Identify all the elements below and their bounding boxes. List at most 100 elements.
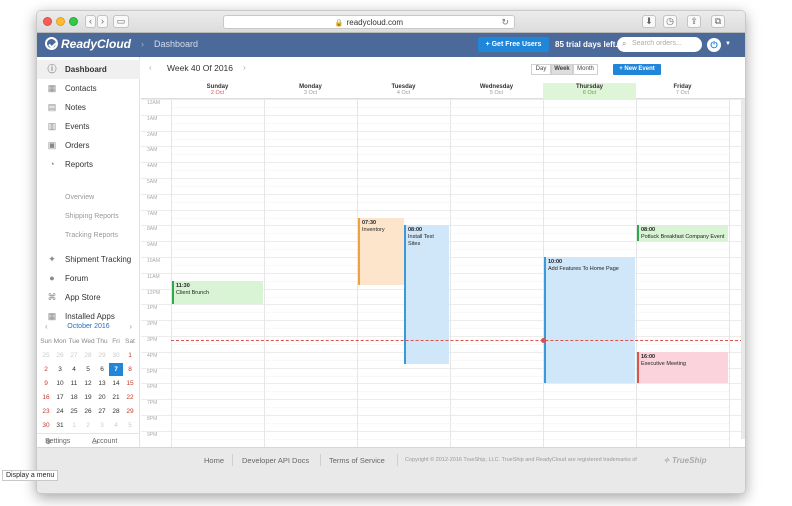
installed-apps-icon: ▦ <box>47 311 57 321</box>
mini-calendar-day[interactable]: 4 <box>67 363 81 376</box>
sidebar-subitem-tracking-reports[interactable]: Tracking Reports <box>65 232 118 239</box>
day-header: Friday 7 Oct <box>636 83 729 99</box>
mini-calendar-day[interactable]: 5 <box>123 419 137 432</box>
chevron-down-icon[interactable]: ▼ <box>725 41 731 47</box>
calendar-event[interactable]: 08:00 Install Test Sites <box>404 225 449 364</box>
footer-link-api-docs[interactable]: Developer API Docs <box>242 456 309 465</box>
sidebar-item-contacts[interactable]: ▦ Contacts <box>37 79 140 98</box>
footer-divider <box>397 454 398 466</box>
mini-calendar-day[interactable]: 15 <box>123 377 137 390</box>
sidebar-item-notes[interactable]: ▤ Notes <box>37 98 140 117</box>
mini-calendar-day[interactable]: 30 <box>109 349 123 362</box>
chevron-right-icon[interactable]: › <box>129 321 132 333</box>
power-icon[interactable]: ⏻ <box>707 38 721 52</box>
sidebar-subitem-overview[interactable]: Overview <box>65 194 94 201</box>
sidebar-item-app-store[interactable]: ⌘ App Store <box>37 288 140 307</box>
mini-calendar-day[interactable]: 27 <box>67 349 81 362</box>
mini-calendar-day[interactable]: 30 <box>39 419 53 432</box>
zoom-window-button[interactable] <box>69 17 78 26</box>
mini-calendar-day[interactable]: 20 <box>95 391 109 404</box>
minimize-window-button[interactable] <box>56 17 65 26</box>
mini-calendar-day[interactable]: 29 <box>123 405 137 418</box>
view-month-button[interactable]: Month <box>573 64 598 75</box>
tabs-icon[interactable]: ⧉ <box>711 15 725 28</box>
prev-week-icon[interactable]: ‹ <box>149 63 152 72</box>
calendar-event[interactable]: 08:00 Potluck Breakfast Company Event <box>637 225 728 242</box>
mini-calendar-day[interactable]: 27 <box>95 405 109 418</box>
reload-icon[interactable]: ↻ <box>501 16 509 29</box>
mini-calendar-day[interactable]: 3 <box>95 419 109 432</box>
history-icon[interactable]: ◷ <box>663 15 677 28</box>
sidebar-item-dashboard[interactable]: ⓘ Dashboard <box>37 60 140 79</box>
view-day-button[interactable]: Day <box>531 64 551 75</box>
mini-calendar-day[interactable]: 26 <box>53 349 67 362</box>
mini-calendar-day[interactable]: 9 <box>39 377 53 390</box>
calendar-event[interactable]: 16:00 Executive Meeting <box>637 351 728 384</box>
back-icon[interactable]: ‹ <box>85 15 96 28</box>
mini-calendar-day[interactable]: 6 <box>95 363 109 376</box>
sidebar-toggle-icon[interactable]: ▭ <box>113 15 129 28</box>
mini-calendar-day[interactable]: 18 <box>67 391 81 404</box>
close-window-button[interactable] <box>43 17 52 26</box>
scrollbar[interactable] <box>741 99 745 439</box>
mini-calendar-day[interactable]: 21 <box>109 391 123 404</box>
calendar-event[interactable]: 07:30 Inventory <box>358 217 404 285</box>
sidebar-item-reports[interactable]: ◔ Reports <box>37 155 140 174</box>
mini-calendar-day[interactable]: 10 <box>53 377 67 390</box>
mini-calendar-day[interactable]: 24 <box>53 405 67 418</box>
mini-calendar-day[interactable]: 22 <box>123 391 137 404</box>
get-free-users-button[interactable]: + Get Free Users <box>478 37 549 52</box>
mini-calendar-day[interactable]: 2 <box>39 363 53 376</box>
chevron-left-icon[interactable]: ‹ <box>45 321 48 333</box>
forward-icon[interactable]: › <box>97 15 108 28</box>
mini-calendar-day[interactable]: 16 <box>39 391 53 404</box>
readycloud-logo[interactable]: ReadyCloud <box>45 37 131 51</box>
trueship-logo[interactable]: ✧ TrueShip <box>663 456 706 465</box>
mini-calendar-day[interactable]: 17 <box>53 391 67 404</box>
mini-calendar-day[interactable]: 25 <box>39 349 53 362</box>
mini-calendar-day[interactable]: 25 <box>67 405 81 418</box>
share-icon[interactable]: ⇪ <box>687 15 701 28</box>
sidebar-item-events[interactable]: ▥ Events <box>37 117 140 136</box>
week-title: Week 40 Of 2016 <box>167 63 233 73</box>
mini-calendar-day[interactable]: 31 <box>53 419 67 432</box>
contacts-icon: ▦ <box>47 83 57 93</box>
mini-calendar-day[interactable]: 4 <box>109 419 123 432</box>
next-week-icon[interactable]: › <box>243 63 246 72</box>
mini-calendar-day[interactable]: 5 <box>81 363 95 376</box>
sidebar-item-forum[interactable]: ● Forum <box>37 269 140 288</box>
mini-calendar-day[interactable]: 26 <box>81 405 95 418</box>
new-event-button[interactable]: + New Event <box>613 64 661 75</box>
mini-calendar-day[interactable]: 8 <box>123 363 137 376</box>
weekday-label: Sat <box>125 338 135 345</box>
sidebar-subitem-shipping-reports[interactable]: Shipping Reports <box>65 213 119 220</box>
calendar-event[interactable]: 11:30 Client Brunch <box>172 280 263 305</box>
footer-link-home[interactable]: Home <box>204 456 224 465</box>
view-week-button[interactable]: Week <box>551 64 573 75</box>
sidebar-item-shipment-tracking[interactable]: ✦ Shipment Tracking <box>37 250 140 269</box>
mini-calendar-day[interactable]: 23 <box>39 405 53 418</box>
mini-calendar-day[interactable]: 7 <box>109 363 123 376</box>
day-column-divider <box>450 99 451 447</box>
address-bar[interactable]: 🔒 readycloud.com ↻ <box>223 15 515 29</box>
mini-calendar-day[interactable]: 29 <box>95 349 109 362</box>
mini-calendar-day[interactable]: 11 <box>67 377 81 390</box>
mini-calendar-day[interactable]: 28 <box>109 405 123 418</box>
sidebar-item-orders[interactable]: ▣ Orders <box>37 136 140 155</box>
search-input[interactable]: ⌕ Search orders... <box>617 37 702 52</box>
mini-calendar-day[interactable]: 1 <box>67 419 81 432</box>
hour-label: 9PM <box>147 431 158 438</box>
hour-label: 10AM <box>147 258 161 264</box>
calendar-event[interactable]: 10:00 Add Features To Home Page <box>544 257 635 384</box>
week-grid[interactable]: 12AM 1AM 2AM 3AM 4AM 5AM 6AM 7AM 8AM 9AM 10AM 11AM 1… <box>141 99 745 447</box>
mini-calendar-day[interactable]: 12 <box>81 377 95 390</box>
mini-calendar-day[interactable]: 28 <box>81 349 95 362</box>
mini-calendar-day[interactable]: 14 <box>109 377 123 390</box>
mini-calendar-day[interactable]: 2 <box>81 419 95 432</box>
footer-link-terms[interactable]: Terms of Service <box>329 456 385 465</box>
mini-calendar-day[interactable]: 3 <box>53 363 67 376</box>
download-icon[interactable]: ⬇ <box>642 15 656 28</box>
mini-calendar-day[interactable]: 19 <box>81 391 95 404</box>
mini-calendar-day[interactable]: 1 <box>123 349 137 362</box>
mini-calendar-day[interactable]: 13 <box>95 377 109 390</box>
